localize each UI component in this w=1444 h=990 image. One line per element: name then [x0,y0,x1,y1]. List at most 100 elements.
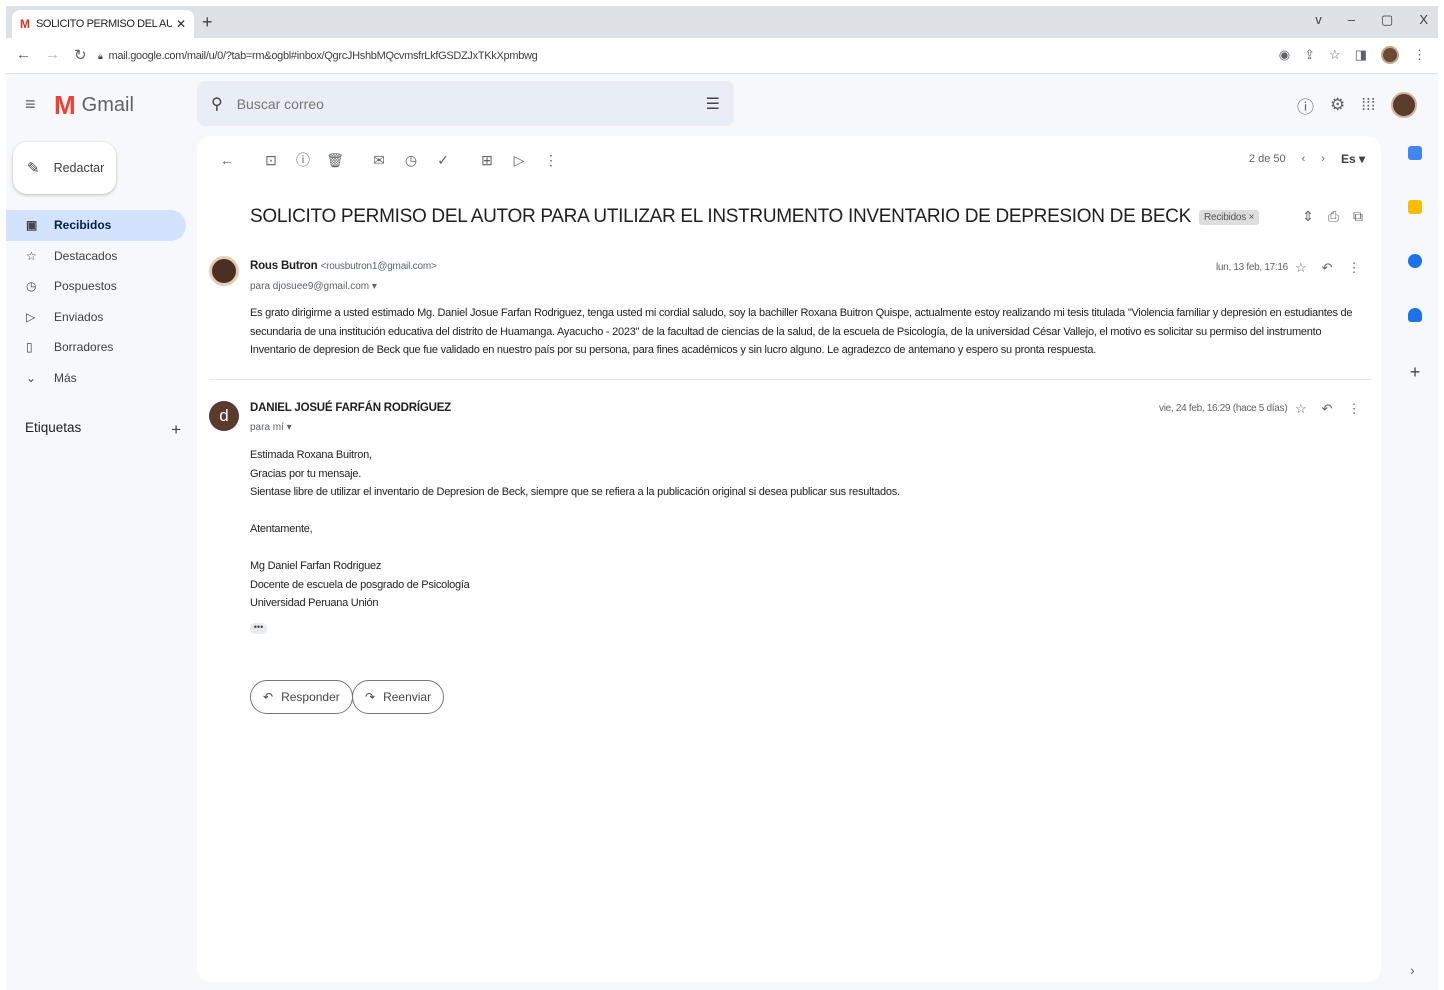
sender-avatar[interactable]: d [209,401,239,431]
show-side-panel-icon[interactable]: › [1410,962,1415,978]
more-vert-icon[interactable]: ⋮ [1348,260,1361,276]
profile-avatar[interactable] [1381,46,1399,64]
inbox-icon: ▣ [26,218,38,233]
apps-grid-icon[interactable]: ⁞⁞⁞ [1361,95,1375,115]
back-to-inbox-icon[interactable]: ← [211,152,243,168]
pager: 2 de 50 ‹ › Es ▾ [1249,152,1365,166]
forward-button[interactable]: ↷ Reenviar [352,680,445,714]
mark-unread-icon[interactable]: ✉ [363,152,395,169]
open-new-window-icon[interactable]: ⧉ [1353,208,1363,225]
sidebar-item-drafts[interactable]: ▯ Borradores [6,332,186,363]
chevron-left-icon[interactable]: ‹ [1302,153,1306,165]
star-icon: ☆ [26,248,37,263]
help-icon[interactable]: ⓘ [1297,93,1314,118]
side-apps-rail: + [1400,146,1430,423]
window-controls: v – ▢ X [1315,12,1428,28]
sidebar-item-label: Destacados [54,248,118,263]
sidebar-item-more[interactable]: ⌄ Más [6,363,186,394]
message-sender: DANIEL JOSUÉ FARFÁN RODRÍGUEZ [250,402,451,414]
gmail-logo-text: Gmail [81,94,134,116]
search-icon[interactable]: ⚲ [211,94,223,114]
calendar-icon[interactable] [1408,146,1422,160]
sender-name: DANIEL JOSUÉ FARFÁN RODRÍGUEZ [250,402,452,414]
star-icon[interactable]: ☆ [1295,260,1307,276]
print-icon[interactable]: ⎙ [1328,208,1339,225]
account-avatar[interactable] [1391,92,1418,118]
minimize-button[interactable]: – [1348,12,1355,28]
main-menu-icon[interactable]: ≡ [25,94,36,115]
sidebar-nav: ▣ Recibidos ☆ Destacados ◷ Pospuestos ▷ … [6,210,186,393]
thread-actions: ⇕ ⎙ ⧉ [1302,208,1363,225]
move-to-icon[interactable]: ⊞ [471,152,503,169]
header-actions: ⓘ ⚙ ⁞⁞⁞ [1297,92,1418,118]
contacts-icon[interactable] [1408,308,1422,322]
side-panel-icon[interactable]: ◨ [1355,47,1367,63]
body-line: Estimada Roxana Buitron, [250,449,372,461]
collapse-all-icon[interactable]: ⇕ [1302,208,1314,225]
recipient-details[interactable]: para djosuee9@gmail.com ▾ [250,281,377,292]
sidebar-item-sent[interactable]: ▷ Enviados [6,302,186,333]
gmail-logo[interactable]: M Gmail [54,90,134,121]
add-task-icon[interactable]: ✓ [427,152,459,169]
snooze-icon[interactable]: ◷ [395,152,427,169]
sender-avatar[interactable] [209,256,239,286]
show-trimmed-content-button[interactable]: ••• [250,623,267,634]
keep-icon[interactable] [1408,200,1422,214]
clock-icon: ◷ [26,279,37,294]
tasks-icon[interactable] [1408,254,1422,268]
compose-label: Redactar [53,161,105,175]
chevron-right-icon[interactable]: › [1321,153,1325,165]
browser-tab[interactable]: M SOLICITO PERMISO DEL AUTOR P ✕ [12,10,194,38]
forward-icon[interactable]: → [45,46,60,64]
url-field[interactable]: 🔒︎ mail.google.com/mail/u/0/?tab=rm&ogbl… [90,43,1280,69]
pager-count: 2 de 50 [1248,153,1286,165]
close-window-button[interactable]: X [1419,12,1428,28]
labels-section: Etiquetas + [25,420,181,440]
gmail-m-icon: M [54,90,76,120]
report-spam-icon[interactable]: ⓘ [287,150,319,170]
bookmark-star-icon[interactable]: ☆ [1329,47,1341,63]
tab-strip: M SOLICITO PERMISO DEL AUTOR P ✕ + v – ▢… [6,6,1438,38]
sidebar-item-label: Borradores [54,340,114,355]
search-input[interactable] [236,95,706,112]
more-options-icon[interactable]: ⋮ [535,152,567,169]
add-label-icon[interactable]: + [171,420,181,440]
compose-button[interactable]: ✎ Redactar [13,142,116,194]
labels-heading: Etiquetas [25,420,82,435]
reload-icon[interactable]: ↻ [74,46,87,64]
close-tab-icon[interactable]: ✕ [176,17,186,31]
add-addon-icon[interactable]: + [1400,362,1430,383]
back-icon[interactable]: ← [16,46,31,64]
star-icon[interactable]: ☆ [1295,401,1307,417]
message-body: Estimada Roxana Buitron, Gracias por tu … [250,446,900,613]
restore-button[interactable]: ▢ [1381,12,1393,28]
sidebar-item-inbox[interactable]: ▣ Recibidos [6,210,186,241]
tab-search-icon[interactable]: v [1315,12,1322,28]
chevron-down-icon: ⌄ [26,370,37,385]
send-icon: ▷ [26,309,36,324]
share-icon[interactable]: ⇪ [1304,47,1315,63]
browser-toolbar-right: ◉ ⇪ ☆ ◨ ⋮ [1279,46,1426,64]
location-icon[interactable]: ◉ [1279,47,1290,63]
sidebar-item-snoozed[interactable]: ◷ Pospuestos [6,271,186,302]
inbox-label-badge[interactable]: Recibidos × [1198,209,1260,225]
recipient-details[interactable]: para mí ▾ [250,422,292,433]
sidebar-item-starred[interactable]: ☆ Destacados [6,241,186,272]
archive-icon[interactable]: ⊡ [255,152,287,169]
more-vert-icon[interactable]: ⋮ [1348,401,1361,417]
reply-button[interactable]: ↶ Responder [250,680,353,714]
reply-icon[interactable]: ↶ [1322,401,1333,417]
reply-icon[interactable]: ↶ [1322,260,1333,276]
input-language-button[interactable]: Es ▾ [1341,152,1365,166]
forward-label: Reenviar [383,690,432,704]
delete-icon[interactable]: 🗑︎ [319,152,351,169]
label-icon[interactable]: ▷ [503,152,535,169]
search-options-icon[interactable]: ☰ [706,94,720,114]
browser-menu-icon[interactable]: ⋮ [1413,47,1426,63]
body-line: Atentamente, [250,523,313,535]
message-panel: ← ⊡ ⓘ 🗑︎ ✉ ◷ ✓ ⊞ ▷ ⋮ 2 de 50 ‹ › Es ▾ SO… [197,136,1381,982]
sidebar-item-label: Recibidos [54,218,112,233]
new-tab-button[interactable]: + [202,12,213,33]
settings-gear-icon[interactable]: ⚙ [1330,95,1345,115]
reply-label: Responder [281,690,340,704]
